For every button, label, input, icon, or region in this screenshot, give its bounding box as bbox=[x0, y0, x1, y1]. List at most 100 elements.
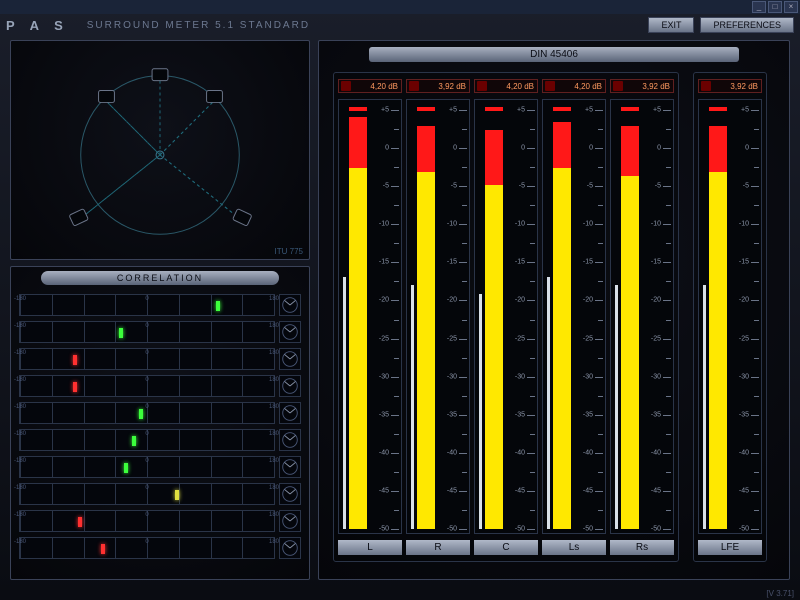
peak-value: 4,20 dB bbox=[557, 82, 605, 91]
meter-panel: DIN 45406 4,20 dB+50-5-10-15-20-25-30-35… bbox=[318, 40, 790, 580]
correlation-row: -1800180 bbox=[19, 480, 301, 507]
speaker-rs-icon bbox=[233, 209, 252, 226]
scope-standard-label: ITU 775 bbox=[275, 247, 303, 256]
channel-label-button[interactable]: Rs bbox=[610, 540, 674, 555]
correlation-panel: CORRELATION -1800180-1800180-1800180-180… bbox=[10, 266, 310, 580]
correlation-pair-icon bbox=[279, 537, 301, 559]
scale-tick-label: -35 bbox=[651, 411, 661, 418]
preferences-button[interactable]: PREFERENCES bbox=[700, 17, 794, 33]
minimize-button[interactable]: _ bbox=[752, 1, 766, 13]
correlation-row: -1800180 bbox=[19, 453, 301, 480]
scale-tick-label: -10 bbox=[447, 221, 457, 228]
scale-tick-label: 0 bbox=[453, 145, 457, 152]
scale-tick-label: +5 bbox=[585, 107, 593, 114]
channel-label-button[interactable]: L bbox=[338, 540, 402, 555]
scale-tick-label: -50 bbox=[583, 526, 593, 533]
scale-tick-label: -40 bbox=[651, 449, 661, 456]
window-title-bar: _ □ × bbox=[0, 0, 800, 14]
correlation-marker bbox=[175, 490, 179, 500]
correlation-marker bbox=[139, 409, 143, 419]
scale-tick-label: 0 bbox=[657, 145, 661, 152]
scale-tick-label: -25 bbox=[447, 335, 457, 342]
scale-tick-label: -45 bbox=[447, 487, 457, 494]
channel-label-button[interactable]: C bbox=[474, 540, 538, 555]
correlation-scale: -1800180 bbox=[19, 429, 275, 451]
scale-tick-label: -20 bbox=[379, 297, 389, 304]
peak-value: 4,20 dB bbox=[353, 82, 401, 91]
scale-tick-label: 0 bbox=[589, 145, 593, 152]
correlation-marker bbox=[124, 463, 128, 473]
scale-tick-label: -30 bbox=[739, 373, 749, 380]
speaker-ls-icon bbox=[69, 209, 88, 226]
peak-value: 3,92 dB bbox=[713, 82, 761, 91]
speaker-l-icon bbox=[99, 91, 115, 103]
scale-tick-label: 0 bbox=[521, 145, 525, 152]
correlation-scale: -1800180 bbox=[19, 456, 275, 478]
correlation-scale: -1800180 bbox=[19, 510, 275, 532]
scale-tick-label: -50 bbox=[447, 526, 457, 533]
channel-label-button[interactable]: R bbox=[406, 540, 470, 555]
scale-tick-label: -45 bbox=[583, 487, 593, 494]
peak-readout: 3,92 dB bbox=[610, 79, 674, 93]
scale-tick-label: -20 bbox=[447, 297, 457, 304]
exit-button[interactable]: EXIT bbox=[648, 17, 694, 33]
scale-tick-label: -30 bbox=[379, 373, 389, 380]
peak-readout: 4,20 dB bbox=[474, 79, 538, 93]
peak-value: 3,92 dB bbox=[421, 82, 469, 91]
close-button[interactable]: × bbox=[784, 1, 798, 13]
scale-tick-label: -30 bbox=[515, 373, 525, 380]
peak-value: 3,92 dB bbox=[625, 82, 673, 91]
channel-label-button[interactable]: Ls bbox=[542, 540, 606, 555]
correlation-marker bbox=[216, 301, 220, 311]
correlation-row: -1800180 bbox=[19, 534, 301, 561]
scale-tick-label: -15 bbox=[379, 259, 389, 266]
scale-tick-label: -45 bbox=[515, 487, 525, 494]
correlation-marker bbox=[73, 382, 77, 392]
scale-tick-label: -10 bbox=[515, 221, 525, 228]
scale-tick-label: +5 bbox=[653, 107, 661, 114]
correlation-scale: -1800180 bbox=[19, 348, 275, 370]
peak-readout: 4,20 dB bbox=[338, 79, 402, 93]
scale-tick-label: -25 bbox=[379, 335, 389, 342]
correlation-pair-icon bbox=[279, 321, 301, 343]
scale-tick-label: -10 bbox=[739, 221, 749, 228]
peak-led-icon bbox=[545, 81, 555, 91]
peak-led-icon bbox=[613, 81, 623, 91]
scale-tick-label: -5 bbox=[655, 183, 661, 190]
scale-tick-label: +5 bbox=[381, 107, 389, 114]
correlation-pair-icon bbox=[279, 294, 301, 316]
scale-tick-label: -5 bbox=[383, 183, 389, 190]
scale-tick-label: -15 bbox=[447, 259, 457, 266]
channel-label-button[interactable]: LFE bbox=[698, 540, 762, 555]
scale-tick-label: -35 bbox=[447, 411, 457, 418]
scale-tick-label: -45 bbox=[651, 487, 661, 494]
channel-ls: 4,20 dB+50-5-10-15-20-25-30-35-40-45-50L… bbox=[542, 79, 606, 555]
correlation-scale: -1800180 bbox=[19, 402, 275, 424]
correlation-marker bbox=[119, 328, 123, 338]
scale-tick-label: -15 bbox=[651, 259, 661, 266]
peak-led-icon bbox=[341, 81, 351, 91]
scale-tick-label: +5 bbox=[741, 107, 749, 114]
level-bargraph: +50-5-10-15-20-25-30-35-40-45-50 bbox=[474, 99, 538, 534]
correlation-marker bbox=[132, 436, 136, 446]
scale-tick-label: -30 bbox=[447, 373, 457, 380]
maximize-button[interactable]: □ bbox=[768, 1, 782, 13]
correlation-pair-icon bbox=[279, 483, 301, 505]
scale-tick-label: -10 bbox=[651, 221, 661, 228]
channel-c: 4,20 dB+50-5-10-15-20-25-30-35-40-45-50C bbox=[474, 79, 538, 555]
correlation-pair-icon bbox=[279, 510, 301, 532]
scale-tick-label: -30 bbox=[651, 373, 661, 380]
scale-tick-label: -35 bbox=[739, 411, 749, 418]
scale-tick-label: -50 bbox=[379, 526, 389, 533]
scale-tick-label: -45 bbox=[379, 487, 389, 494]
scale-tick-label: -15 bbox=[739, 259, 749, 266]
scale-tick-label: +5 bbox=[517, 107, 525, 114]
level-bargraph: +50-5-10-15-20-25-30-35-40-45-50 bbox=[698, 99, 762, 534]
scale-tick-label: -35 bbox=[583, 411, 593, 418]
scale-tick-label: -5 bbox=[451, 183, 457, 190]
scale-tick-label: -30 bbox=[583, 373, 593, 380]
correlation-pair-icon bbox=[279, 456, 301, 478]
scale-tick-label: -40 bbox=[379, 449, 389, 456]
level-bargraph: +50-5-10-15-20-25-30-35-40-45-50 bbox=[542, 99, 606, 534]
peak-led-icon bbox=[409, 81, 419, 91]
